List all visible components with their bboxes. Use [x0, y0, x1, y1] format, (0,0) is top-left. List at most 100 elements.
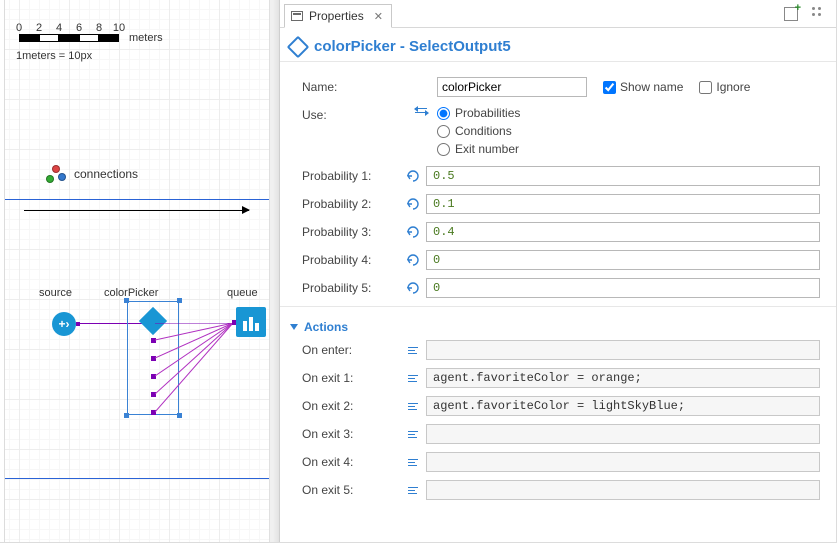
on-enter-row: On enter:: [302, 340, 820, 360]
model-canvas[interactable]: 0 2 4 6 8 10 meters 1meters = 10px co: [0, 0, 280, 542]
colorpicker-out-port-1[interactable]: [151, 338, 156, 343]
chevron-down-icon: [290, 324, 298, 330]
source-block[interactable]: +›: [52, 312, 76, 336]
actions-section-toggle[interactable]: Actions: [290, 311, 820, 340]
source-label: source: [39, 287, 72, 299]
app-root: 0 2 4 6 8 10 meters 1meters = 10px co: [0, 0, 837, 543]
properties-icon: [291, 11, 303, 21]
colorpicker-out-port-3[interactable]: [151, 374, 156, 379]
selection-handle[interactable]: [124, 413, 129, 418]
ruler-tick-0: 0: [16, 22, 22, 34]
object-title: colorPicker - SelectOutput5: [314, 38, 511, 55]
actions-section-label: Actions: [304, 320, 348, 334]
dynamic-value-icon[interactable]: [407, 226, 421, 238]
use-label: Use:: [302, 106, 402, 122]
on-exit5-field[interactable]: [426, 480, 820, 500]
ignore-label: Ignore: [716, 80, 750, 94]
name-row: Name: Show name Ignore: [302, 74, 820, 100]
connections-element[interactable]: connections: [46, 165, 138, 183]
on-exit3-field[interactable]: [426, 424, 820, 444]
dynamic-value-icon[interactable]: [407, 198, 421, 210]
selection-handle[interactable]: [124, 298, 129, 303]
dynamic-value-icon[interactable]: [407, 282, 421, 294]
dynamic-value-icon[interactable]: [407, 254, 421, 266]
queue-label: queue: [227, 287, 258, 299]
probability-2-field[interactable]: [426, 194, 820, 214]
probability-5-field[interactable]: [426, 278, 820, 298]
show-name-input[interactable]: [603, 81, 616, 94]
ruler-unit: meters: [129, 32, 163, 44]
queue-block[interactable]: [236, 307, 266, 337]
ruler-note: 1meters = 10px: [16, 50, 92, 62]
on-exit4-row: On exit 4:: [302, 452, 820, 472]
on-exit4-field[interactable]: [426, 452, 820, 472]
static-dynamic-toggle-icon[interactable]: [415, 108, 429, 118]
scale-ruler: 0 2 4 6 8 10 meters 1meters = 10px: [19, 22, 169, 62]
on-exit2-label: On exit 2:: [302, 399, 402, 413]
use-exitnumber-radio[interactable]: Exit number: [437, 142, 520, 156]
colorpicker-out-port-2[interactable]: [151, 356, 156, 361]
probability-5-row: Probability 5:: [302, 278, 820, 298]
probability-1-field[interactable]: [426, 166, 820, 186]
use-conditions-radio[interactable]: Conditions: [437, 124, 520, 138]
on-exit3-label: On exit 3:: [302, 427, 402, 441]
code-icon[interactable]: [408, 375, 420, 382]
ignore-input[interactable]: [699, 81, 712, 94]
on-exit1-row: On exit 1: agent.favoriteColor = orange;: [302, 368, 820, 388]
ruler-tick-10: 10: [113, 22, 125, 34]
probability-3-label: Probability 3:: [302, 225, 402, 239]
selection-handle[interactable]: [177, 413, 182, 418]
probability-5-label: Probability 5:: [302, 281, 402, 295]
view-tab-bar: Properties ✕: [280, 0, 836, 28]
source-glyph: +›: [58, 317, 69, 331]
on-exit2-row: On exit 2: agent.favoriteColor = lightSk…: [302, 396, 820, 416]
use-probabilities-radio[interactable]: Probabilities: [437, 106, 520, 120]
show-name-label: Show name: [620, 80, 683, 94]
probability-3-row: Probability 3:: [302, 222, 820, 242]
probability-1-row: Probability 1:: [302, 166, 820, 186]
code-icon[interactable]: [408, 459, 420, 466]
selectoutput5-icon: [287, 35, 310, 58]
colorpicker-label: colorPicker: [104, 287, 158, 299]
ruler-tick-8: 8: [96, 22, 102, 34]
close-icon[interactable]: ✕: [374, 10, 383, 23]
on-enter-label: On enter:: [302, 343, 402, 357]
on-exit5-row: On exit 5:: [302, 480, 820, 500]
connections-label: connections: [74, 167, 138, 181]
probability-4-row: Probability 4:: [302, 250, 820, 270]
connections-icon: [46, 165, 68, 183]
tab-properties[interactable]: Properties ✕: [284, 4, 392, 28]
on-enter-field[interactable]: [426, 340, 820, 360]
on-exit1-label: On exit 1:: [302, 371, 402, 385]
ignore-checkbox[interactable]: Ignore: [699, 80, 750, 94]
probability-3-field[interactable]: [426, 222, 820, 242]
on-exit2-field[interactable]: agent.favoriteColor = lightSkyBlue;: [426, 396, 820, 416]
name-label: Name:: [302, 80, 402, 94]
properties-pane: Properties ✕ colorPicker - SelectOutput5…: [280, 0, 836, 542]
probability-2-label: Probability 2:: [302, 197, 402, 211]
use-row: Use: Probabilities Conditions Exit numbe…: [302, 106, 820, 156]
ruler-tick-4: 4: [56, 22, 62, 34]
code-icon[interactable]: [408, 487, 420, 494]
probability-1-label: Probability 1:: [302, 169, 402, 183]
view-menu-icon[interactable]: [812, 7, 826, 21]
ruler-tick-6: 6: [76, 22, 82, 34]
ruler-tick-2: 2: [36, 22, 42, 34]
probability-2-row: Probability 2:: [302, 194, 820, 214]
colorpicker-out-port-5[interactable]: [151, 410, 156, 415]
show-name-checkbox[interactable]: Show name: [603, 80, 683, 94]
colorpicker-out-port-4[interactable]: [151, 392, 156, 397]
selection-handle[interactable]: [177, 298, 182, 303]
new-view-icon[interactable]: [784, 7, 798, 21]
dynamic-value-icon[interactable]: [407, 170, 421, 182]
probability-4-field[interactable]: [426, 250, 820, 270]
name-field[interactable]: [437, 77, 587, 97]
on-exit5-label: On exit 5:: [302, 483, 402, 497]
on-exit1-field[interactable]: agent.favoriteColor = orange;: [426, 368, 820, 388]
code-icon[interactable]: [408, 403, 420, 410]
code-icon[interactable]: [408, 431, 420, 438]
code-icon[interactable]: [408, 347, 420, 354]
probability-4-label: Probability 4:: [302, 253, 402, 267]
axis-arrow: [24, 210, 249, 211]
on-exit3-row: On exit 3:: [302, 424, 820, 444]
